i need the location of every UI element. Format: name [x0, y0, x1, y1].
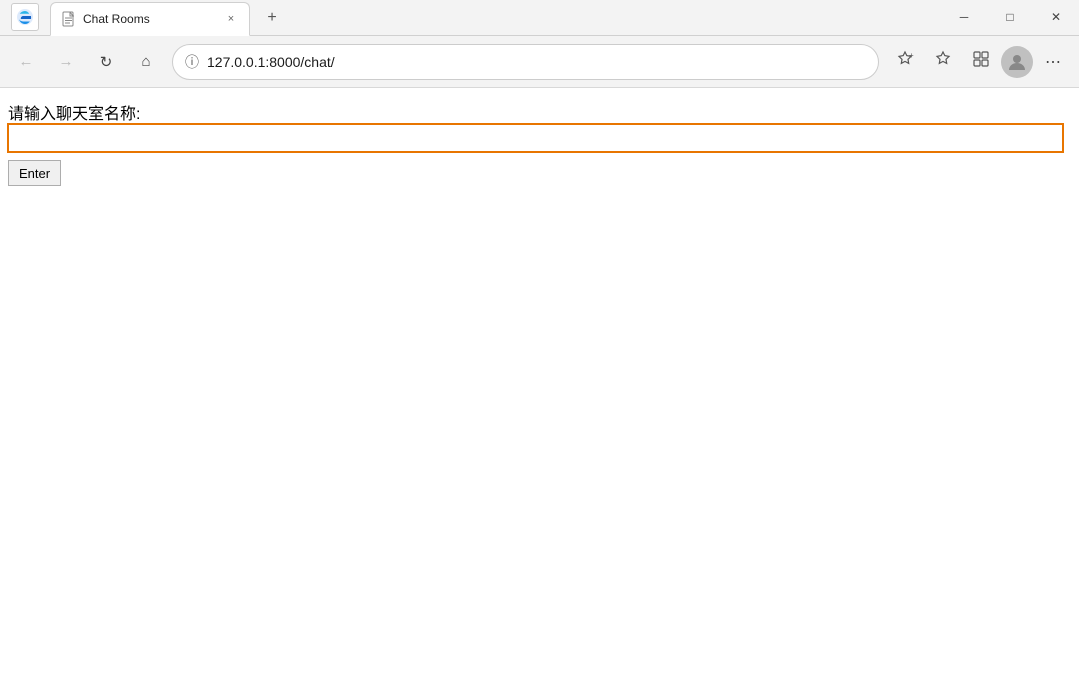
toolbar: ← → ↻ ⌂ ⓘ 127.0.0.1:8000/chat/ +	[0, 36, 1079, 88]
home-icon: ⌂	[141, 53, 150, 70]
active-tab[interactable]: Chat Rooms ×	[50, 2, 250, 36]
home-button[interactable]: ⌂	[128, 44, 164, 80]
file-icon	[62, 11, 76, 27]
maximize-button[interactable]: □	[987, 0, 1033, 35]
tab-favicon	[61, 11, 77, 27]
minimize-button[interactable]: ─	[941, 0, 987, 35]
room-name-input[interactable]	[8, 124, 1063, 152]
edge-logo	[11, 3, 39, 31]
browser-chrome: Chat Rooms × + ─ □ ✕ ← → ↻ ⌂ ⓘ 127.0.0.1…	[0, 0, 1079, 88]
forward-icon: →	[59, 53, 74, 70]
favorites-icon	[934, 50, 952, 73]
room-name-label: 请输入聊天室名称:	[8, 106, 140, 123]
collections-button[interactable]	[963, 44, 999, 80]
window-controls: ─ □ ✕	[941, 0, 1079, 35]
more-icon: ⋯	[1045, 52, 1061, 72]
back-button[interactable]: ←	[8, 44, 44, 80]
tab-bar: Chat Rooms × + ─ □ ✕	[0, 0, 1079, 36]
back-icon: ←	[19, 53, 34, 70]
address-text: 127.0.0.1:8000/chat/	[207, 54, 866, 70]
favorites-button[interactable]	[925, 44, 961, 80]
add-favorites-button[interactable]: +	[887, 44, 923, 80]
edge-logo-icon	[16, 8, 34, 26]
tab-close-button[interactable]: ×	[221, 9, 241, 29]
forward-button[interactable]: →	[48, 44, 84, 80]
toolbar-right: +	[887, 44, 1071, 80]
profile-icon	[1005, 50, 1029, 74]
refresh-button[interactable]: ↻	[88, 44, 124, 80]
new-tab-button[interactable]: +	[254, 1, 290, 35]
address-bar[interactable]: ⓘ 127.0.0.1:8000/chat/	[172, 44, 879, 80]
refresh-icon: ↻	[100, 53, 113, 71]
profile-button[interactable]	[1001, 46, 1033, 78]
close-button[interactable]: ✕	[1033, 0, 1079, 35]
more-button[interactable]: ⋯	[1035, 44, 1071, 80]
collections-icon	[972, 50, 990, 73]
tab-title: Chat Rooms	[83, 12, 217, 26]
page-content: 请输入聊天室名称: Enter	[0, 88, 1079, 695]
svg-text:+: +	[909, 51, 914, 60]
info-icon: ⓘ	[185, 52, 199, 72]
enter-button[interactable]: Enter	[8, 160, 61, 186]
edge-icon-area	[0, 0, 50, 35]
add-favorites-icon: +	[896, 50, 914, 73]
